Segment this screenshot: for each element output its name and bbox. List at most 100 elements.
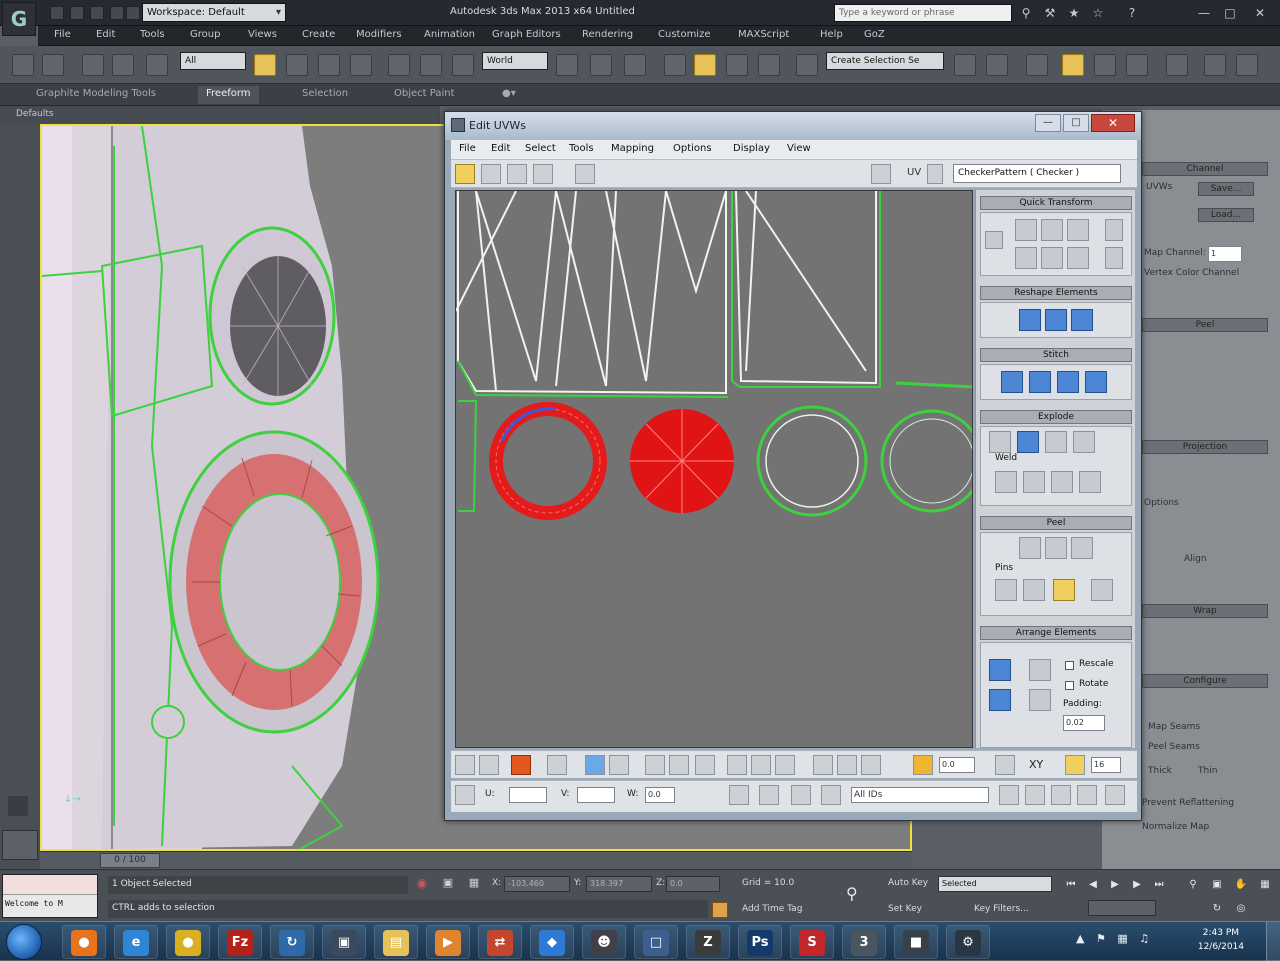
clock[interactable]: 2:43 PM 12/6/2014 bbox=[1198, 926, 1244, 954]
rollout-arrange-elements[interactable]: Arrange Elements bbox=[980, 626, 1132, 640]
graphite-toggle-icon[interactable] bbox=[1062, 54, 1084, 76]
paint-shrink-icon[interactable] bbox=[861, 755, 881, 775]
pack-together-icon[interactable] bbox=[1029, 689, 1051, 711]
menu-goz[interactable]: GoZ bbox=[864, 29, 885, 40]
go-to-start-icon[interactable]: ⏮ bbox=[1062, 876, 1080, 894]
favorites-icon[interactable]: ☆ bbox=[1090, 5, 1106, 21]
ring-shrink-icon[interactable] bbox=[775, 755, 795, 775]
qt-space-vertical-icon[interactable] bbox=[1105, 247, 1123, 269]
weld-target-icon[interactable] bbox=[1023, 471, 1045, 493]
rollout-reshape-elements[interactable]: Reshape Elements bbox=[980, 286, 1132, 300]
taskbar-photoshop-button[interactable]: Ps bbox=[738, 925, 782, 959]
walkthrough-icon[interactable]: ◎ bbox=[1232, 900, 1250, 918]
pack-normalize-icon[interactable] bbox=[989, 659, 1011, 681]
taskbar-media-button[interactable]: ▶ bbox=[426, 925, 470, 959]
uvw-texture-toggle-icon[interactable] bbox=[927, 164, 943, 184]
unpin-icon[interactable] bbox=[1023, 579, 1045, 601]
align-icon[interactable] bbox=[986, 54, 1008, 76]
reset-peel-icon[interactable] bbox=[1071, 537, 1093, 559]
qt-align-horizontal-icon[interactable] bbox=[1015, 219, 1037, 241]
y-coordinate-field[interactable]: 318.397 bbox=[586, 876, 652, 892]
rollout-explode[interactable]: Explode bbox=[980, 410, 1132, 424]
snap-toggle-icon[interactable] bbox=[664, 54, 686, 76]
spinner-snap-icon[interactable] bbox=[758, 54, 780, 76]
edge-distance-icon[interactable] bbox=[1065, 755, 1085, 775]
menu-file[interactable]: File bbox=[54, 29, 71, 40]
normalize-map-option[interactable]: Normalize Map bbox=[1142, 822, 1209, 832]
rollout-projection[interactable]: Projection bbox=[1142, 440, 1268, 454]
redo-quick-icon[interactable] bbox=[126, 6, 140, 20]
rotate-icon[interactable] bbox=[420, 54, 442, 76]
key-filters-button[interactable]: Key Filters... bbox=[974, 904, 1029, 914]
map-channel-spinner[interactable]: 1 bbox=[1208, 246, 1242, 262]
taskbar-settings-button[interactable]: ⚙ bbox=[946, 925, 990, 959]
workspace-dropdown[interactable]: Workspace: Default bbox=[142, 3, 286, 22]
select-element-icon[interactable] bbox=[547, 755, 567, 775]
layer-manager-icon[interactable] bbox=[1026, 54, 1048, 76]
render-setup-icon[interactable] bbox=[1204, 54, 1226, 76]
prevent-reflattening-option[interactable]: Prevent Reflattening bbox=[1142, 798, 1234, 808]
render-icon[interactable] bbox=[1236, 54, 1258, 76]
menu-views[interactable]: Views bbox=[248, 29, 277, 40]
taskbar-remote-button[interactable]: □ bbox=[634, 925, 678, 959]
z-coordinate-field[interactable]: 0.0 bbox=[666, 876, 720, 892]
break-icon[interactable] bbox=[989, 431, 1011, 453]
close-icon[interactable]: ✕ bbox=[1252, 5, 1268, 21]
taskbar-app-dark-button[interactable]: ■ bbox=[894, 925, 938, 959]
schematic-view-icon[interactable] bbox=[1126, 54, 1148, 76]
tab-freeform[interactable]: Freeform bbox=[198, 86, 259, 104]
w-spinner[interactable]: 0.0 bbox=[645, 787, 675, 803]
soft-selection-spinner[interactable]: 0.0 bbox=[939, 757, 975, 773]
rescale-elements-icon[interactable] bbox=[1029, 659, 1051, 681]
pan-view-icon[interactable]: ✋ bbox=[1232, 876, 1250, 894]
weld-selected-icon[interactable] bbox=[995, 471, 1017, 493]
rollout-wrap[interactable]: Wrap bbox=[1142, 604, 1268, 618]
menu-maxscript[interactable]: MAXScript bbox=[738, 29, 789, 40]
play-icon[interactable]: ▶ bbox=[1106, 876, 1124, 894]
ring-icon[interactable] bbox=[727, 755, 747, 775]
load-uvw-button[interactable]: Load... bbox=[1198, 208, 1254, 222]
select-by-name-icon[interactable] bbox=[286, 54, 308, 76]
thin-option[interactable]: Thin bbox=[1198, 766, 1217, 776]
save-uvw-button[interactable]: Save... bbox=[1198, 182, 1254, 196]
thick-option[interactable]: Thick bbox=[1148, 766, 1172, 776]
taskbar-sync-button[interactable]: ↻ bbox=[270, 925, 314, 959]
rect-selection-icon[interactable] bbox=[318, 54, 340, 76]
field-of-view-icon[interactable]: ▣ bbox=[1208, 876, 1226, 894]
flatten-by-material-icon[interactable] bbox=[1073, 431, 1095, 453]
pivot-center-icon[interactable] bbox=[556, 54, 578, 76]
padding-spinner[interactable]: 0.02 bbox=[1063, 715, 1105, 731]
maximize-viewport-icon[interactable]: ▦ bbox=[1256, 876, 1274, 894]
rollout-configure[interactable]: Configure bbox=[1142, 674, 1268, 688]
map-seams-option[interactable]: Map Seams bbox=[1148, 722, 1200, 732]
lock-selection-icon[interactable] bbox=[729, 785, 749, 805]
taskbar-stop-button[interactable]: S bbox=[790, 925, 834, 959]
time-slider[interactable]: 0 / 100 bbox=[40, 851, 912, 869]
auto-key-button[interactable]: Auto Key bbox=[888, 878, 928, 888]
zoom-region-icon[interactable] bbox=[1051, 785, 1071, 805]
tab-object-paint[interactable]: Object Paint bbox=[394, 88, 455, 99]
next-frame-icon[interactable]: ▶ bbox=[1128, 876, 1146, 894]
taskbar-filezilla-button[interactable]: Fz bbox=[218, 925, 262, 959]
uvw-mirror-icon[interactable] bbox=[575, 164, 595, 184]
auto-pin-moved-icon[interactable] bbox=[1053, 579, 1075, 601]
taskbar-anime-button[interactable]: ☻ bbox=[582, 925, 626, 959]
qt-space-horizontal-icon[interactable] bbox=[1105, 219, 1123, 241]
lock-icon[interactable]: ▣ bbox=[440, 876, 456, 892]
uvw-close-icon[interactable]: ✕ bbox=[1091, 114, 1135, 132]
pan-icon[interactable] bbox=[999, 785, 1019, 805]
qt-rotate-plus-icon[interactable] bbox=[1067, 219, 1089, 241]
menu-group[interactable]: Group bbox=[190, 29, 220, 40]
uvw-menu-file[interactable]: File bbox=[459, 143, 476, 154]
u-spinner[interactable] bbox=[509, 787, 547, 803]
rotate-checkbox[interactable] bbox=[1065, 681, 1074, 690]
menu-modifiers[interactable]: Modifiers bbox=[356, 29, 402, 40]
start-button[interactable] bbox=[6, 924, 42, 960]
material-id-filter-dropdown[interactable]: All IDs bbox=[851, 787, 989, 803]
zoom-extents-icon[interactable] bbox=[1077, 785, 1097, 805]
subscription-icon[interactable]: ⚒ bbox=[1042, 5, 1058, 21]
bind-spacewarp-icon[interactable] bbox=[146, 54, 168, 76]
stitch-source-icon[interactable] bbox=[1085, 371, 1107, 393]
taskbar-explorer-button[interactable]: ▤ bbox=[374, 925, 418, 959]
relax-icon[interactable] bbox=[1045, 309, 1067, 331]
